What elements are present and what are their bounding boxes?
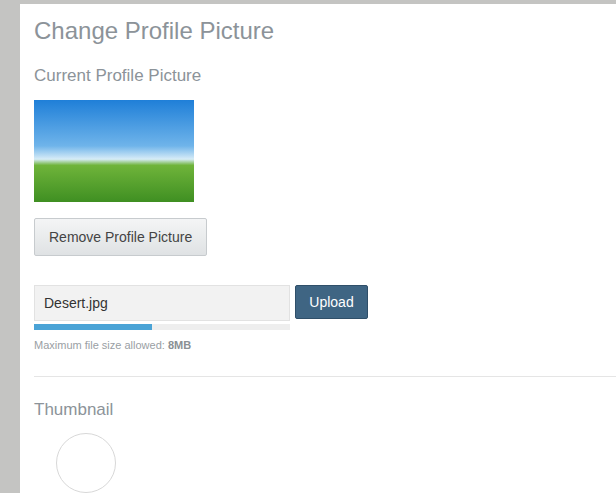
page-title: Change Profile Picture [34,17,616,45]
profile-photo [34,100,194,202]
divider [34,376,616,377]
thumbnail-circle [56,433,116,493]
section-heading: Thumbnail [34,399,616,421]
profile-panel: Change Profile Picture Current Profile P… [20,4,616,493]
upload-progress-fill [34,324,152,330]
section-heading: Current Profile Picture [34,65,616,87]
upload-button[interactable]: Upload [295,285,368,319]
upload-progress-track [34,324,290,330]
file-field[interactable]: Desert.jpg [34,285,290,321]
remove-picture-button[interactable]: Remove Profile Picture [34,218,207,256]
file-size-note: Maximum file size allowed: 8MB [34,338,290,352]
